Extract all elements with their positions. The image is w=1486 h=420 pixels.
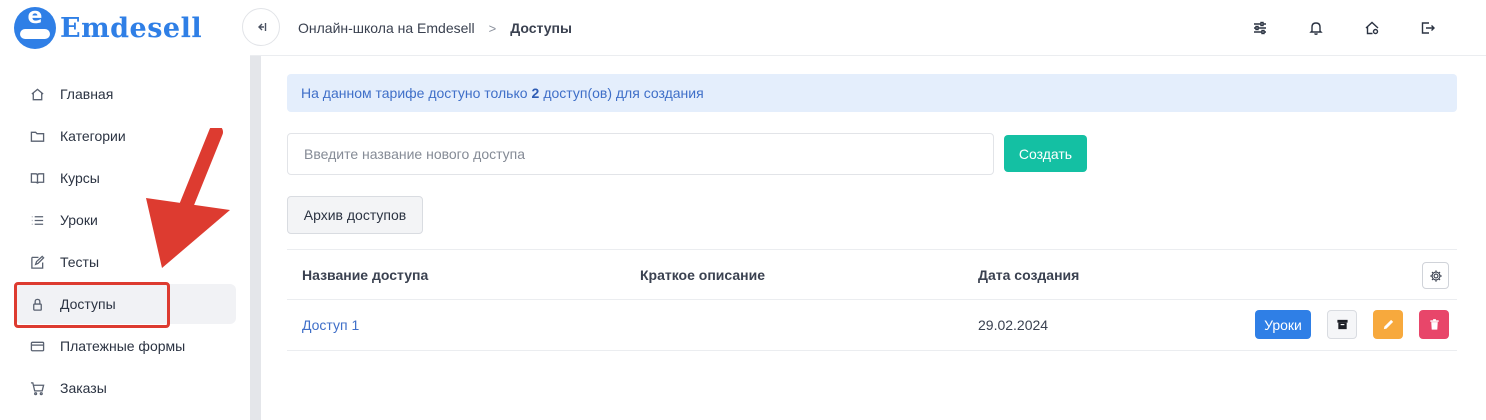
breadcrumb-parent-link[interactable]: Онлайн-школа на Emdesell xyxy=(298,20,475,36)
alert-count: 2 xyxy=(531,85,540,101)
edit-button[interactable] xyxy=(1373,310,1403,339)
breadcrumb-current: Доступы xyxy=(510,20,572,36)
cart-icon xyxy=(28,379,46,397)
tariff-limit-alert: На данном тарифе достуно только 2 доступ… xyxy=(287,74,1457,112)
table-settings-button[interactable] xyxy=(1422,262,1449,289)
logout-icon xyxy=(1421,22,1435,34)
sidebar-item-home[interactable]: Главная xyxy=(16,74,236,114)
sidebar-nav: Главная Категории Курсы Уроки Тесты Дост… xyxy=(16,74,236,410)
sliders-icon xyxy=(1254,21,1266,35)
school-settings-button[interactable] xyxy=(1344,0,1400,56)
folder-icon xyxy=(28,127,46,145)
create-button[interactable]: Создать xyxy=(1004,135,1087,172)
sidebar-item-lessons[interactable]: Уроки xyxy=(16,200,236,240)
sidebar-item-tests[interactable]: Тесты xyxy=(16,242,236,282)
lessons-button[interactable]: Уроки xyxy=(1255,310,1311,339)
lock-icon xyxy=(28,295,46,313)
logo-badge-icon: e xyxy=(14,7,56,49)
delete-button[interactable] xyxy=(1419,310,1449,339)
edit-icon xyxy=(28,253,46,271)
settings-sliders-button[interactable] xyxy=(1232,0,1288,56)
sidebar-item-label: Доступы xyxy=(60,296,116,312)
new-access-name-input[interactable] xyxy=(287,133,994,175)
logout-button[interactable] xyxy=(1400,0,1456,56)
pencil-icon xyxy=(1383,319,1393,330)
sidebar-item-label: Платежные формы xyxy=(60,338,186,354)
sidebar-item-courses[interactable]: Курсы xyxy=(16,158,236,198)
table-row: Доступ 1 29.02.2024 Уроки xyxy=(287,300,1457,351)
column-header-created[interactable]: Дата создания xyxy=(978,250,1079,300)
row-actions: Уроки xyxy=(1255,310,1449,339)
sidebar-item-label: Категории xyxy=(60,128,126,144)
sidebar-item-orders[interactable]: Заказы xyxy=(16,368,236,408)
alert-text-suffix: доступ(ов) для создания xyxy=(543,85,704,101)
sidebar-item-label: Заказы xyxy=(60,380,107,396)
sidebar-item-label: Тесты xyxy=(60,254,100,270)
gear-icon xyxy=(1429,269,1442,282)
column-header-description[interactable]: Краткое описание xyxy=(640,250,765,300)
sidebar-item-label: Курсы xyxy=(60,170,100,186)
archive-button[interactable] xyxy=(1327,310,1357,339)
brand-name: Emdesell xyxy=(60,12,203,44)
sidebar-item-label: Главная xyxy=(60,86,114,102)
home-icon xyxy=(28,85,46,103)
credit-card-icon xyxy=(28,337,46,355)
archive-box-icon xyxy=(1336,319,1348,330)
collapse-sidebar-button[interactable] xyxy=(242,8,280,46)
table-header: Название доступа Краткое описание Дата с… xyxy=(287,249,1457,300)
list-icon xyxy=(28,211,46,229)
book-icon xyxy=(28,169,46,187)
sidebar-item-label: Уроки xyxy=(60,212,98,228)
topbar-actions xyxy=(1232,0,1456,56)
access-created-date: 29.02.2024 xyxy=(978,317,1049,333)
bell-icon xyxy=(1309,22,1323,35)
sidebar: e Emdesell Главная Категории Курсы Уроки… xyxy=(0,0,250,420)
breadcrumb-separator: > xyxy=(488,20,497,36)
home-settings-icon xyxy=(1365,21,1379,35)
sidebar-item-categories[interactable]: Категории xyxy=(16,116,236,156)
access-table: Название доступа Краткое описание Дата с… xyxy=(287,249,1457,351)
top-bar: Онлайн-школа на Emdesell > Доступы xyxy=(242,0,1486,56)
trash-icon xyxy=(1429,319,1439,330)
breadcrumb: Онлайн-школа на Emdesell > Доступы xyxy=(298,0,572,56)
column-header-name[interactable]: Название доступа xyxy=(302,250,428,300)
access-archive-button[interactable]: Архив доступов xyxy=(287,196,423,234)
sidebar-item-payment-forms[interactable]: Платежные формы xyxy=(16,326,236,366)
sidebar-item-access[interactable]: Доступы xyxy=(16,284,236,324)
access-name-link[interactable]: Доступ 1 xyxy=(302,300,359,350)
sidebar-scroll-gutter xyxy=(250,56,261,420)
notifications-button[interactable] xyxy=(1288,0,1344,56)
main-content: На данном тарифе достуно только 2 доступ… xyxy=(261,56,1486,420)
brand-logo[interactable]: e Emdesell xyxy=(14,7,203,49)
collapse-arrow-icon xyxy=(258,23,267,31)
alert-text-prefix: На данном тарифе достуно только xyxy=(301,85,528,101)
